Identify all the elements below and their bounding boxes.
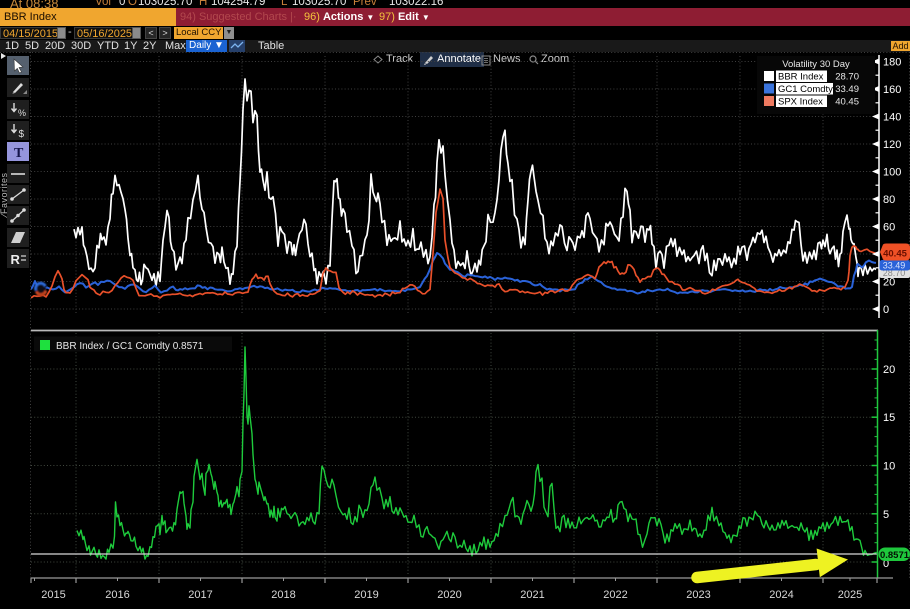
svg-text:2019: 2019 [354, 589, 378, 601]
svg-text:100: 100 [883, 167, 901, 179]
svg-text:2015: 2015 [41, 589, 65, 601]
svg-text:40.45: 40.45 [835, 97, 859, 108]
svg-text:0: 0 [883, 304, 889, 316]
svg-text:2020: 2020 [437, 589, 461, 601]
svg-text:2021: 2021 [520, 589, 544, 601]
svg-text:SPX Index: SPX Index [778, 97, 823, 108]
svg-text:2023: 2023 [686, 589, 710, 601]
svg-text:BBR Index: BBR Index [778, 72, 824, 83]
svg-text:180: 180 [883, 57, 901, 69]
svg-text:0.8571: 0.8571 [880, 550, 910, 561]
svg-text:$: $ [19, 129, 25, 140]
svg-text:T: T [14, 146, 24, 161]
svg-text:60: 60 [883, 222, 895, 234]
svg-text:5: 5 [883, 509, 889, 521]
svg-text:40.45: 40.45 [883, 249, 907, 260]
svg-text:15: 15 [883, 412, 895, 424]
svg-text:33.49: 33.49 [883, 261, 906, 271]
svg-text:R: R [11, 252, 21, 267]
svg-text:2018: 2018 [271, 589, 295, 601]
svg-text:20: 20 [883, 364, 895, 376]
svg-text:10: 10 [883, 461, 895, 473]
svg-text:Volatility 30 Day: Volatility 30 Day [782, 59, 850, 70]
svg-text:2024: 2024 [769, 589, 793, 601]
svg-text:20: 20 [883, 277, 895, 289]
svg-text:140: 140 [883, 112, 901, 124]
svg-text:2022: 2022 [603, 589, 627, 601]
svg-text:2017: 2017 [188, 589, 212, 601]
svg-text:GC1 Comdty: GC1 Comdty [778, 84, 833, 95]
svg-text:33.49: 33.49 [835, 84, 859, 95]
svg-text:160: 160 [883, 84, 901, 96]
svg-text:%: % [18, 108, 26, 118]
svg-text:120: 120 [883, 139, 901, 151]
svg-text:2016: 2016 [105, 589, 129, 601]
svg-text:2025: 2025 [838, 589, 862, 601]
svg-text:28.70: 28.70 [835, 72, 859, 83]
svg-text:BBR Index / GC1 Comdty 0.8571: BBR Index / GC1 Comdty 0.8571 [56, 341, 204, 352]
svg-text:80: 80 [883, 194, 895, 206]
